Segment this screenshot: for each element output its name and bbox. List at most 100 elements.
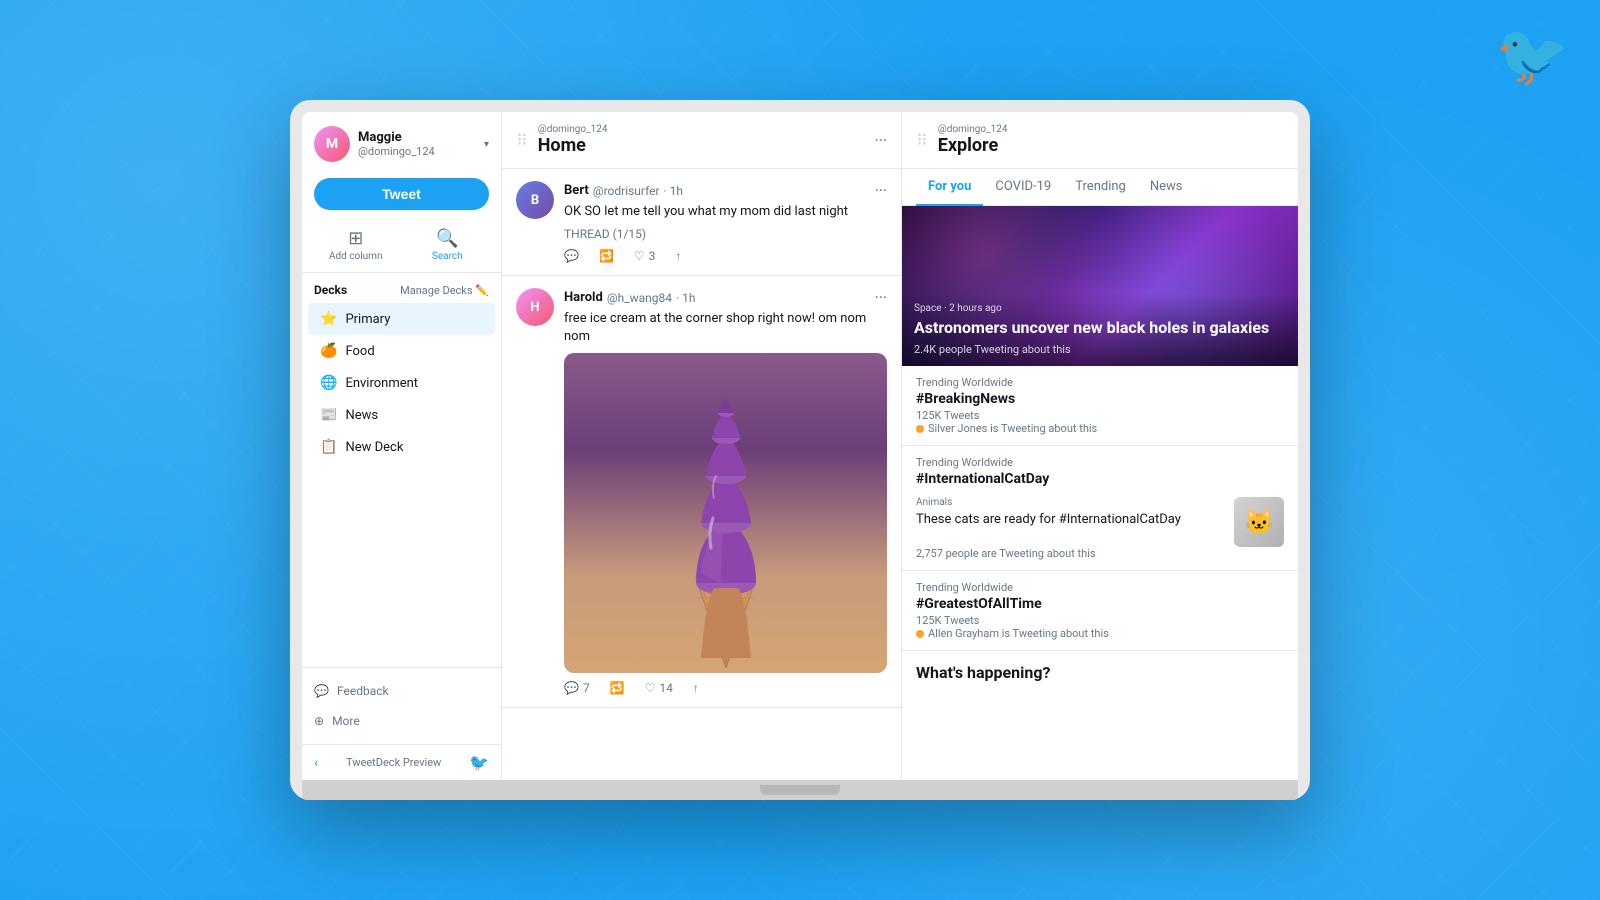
harold-retweet-action[interactable]: 🔁 (610, 681, 625, 695)
news-hero-count: 2.4K people Tweeting about this (914, 343, 1286, 356)
tab-for-you[interactable]: For you (916, 169, 983, 206)
deck-item-new[interactable]: 📋 New Deck (308, 431, 495, 463)
sidebar-nav: ⊞ Add column 🔍 Search (302, 222, 501, 273)
user-handle: @domingo_124 (358, 145, 476, 158)
twitter-bg-logo: 🐦 (1495, 20, 1570, 91)
trending-cat-count: 2,757 people are Tweeting about this (916, 547, 1284, 560)
bert-like-action[interactable]: ♡ 3 (634, 249, 656, 263)
harold-tweet-text: free ice cream at the corner shop right … (564, 310, 887, 346)
cat-card-category: Animals (916, 497, 1224, 508)
orange-dot-icon (916, 425, 924, 433)
news-deck-icon: 📰 (320, 407, 337, 423)
explore-column: ⠿ @domingo_124 Explore For you COVID-19 … (902, 112, 1298, 780)
new-deck-icon: 📋 (320, 439, 337, 455)
trending-goat-user: Allen Grayham is Tweeting about this (916, 627, 1284, 640)
trending-cat-day[interactable]: Trending Worldwide #InternationalCatDay … (902, 446, 1298, 571)
explore-content: Space · 2 hours ago Astronomers uncover … (902, 206, 1298, 780)
bert-share-action[interactable]: ↑ (675, 249, 681, 263)
tab-trending[interactable]: Trending (1063, 169, 1138, 206)
back-arrow-icon[interactable]: ‹ (314, 755, 318, 771)
home-column-header: ⠿ @domingo_124 Home ··· (502, 112, 901, 169)
tweetdeck-bar: ‹ TweetDeck Preview 🐦 (302, 744, 501, 780)
deck-list: ⭐ Primary 🍊 Food 🌐 Environment 📰 News (302, 303, 501, 463)
decks-title: Decks (314, 283, 347, 297)
bert-tweet-header: Bert @rodrisurfer · 1h ··· (564, 181, 887, 200)
explore-drag-handle-icon: ⠿ (916, 131, 928, 150)
trending-goat[interactable]: Trending Worldwide #GreatestOfAllTime 12… (902, 571, 1298, 651)
trending-breaking-news[interactable]: Trending Worldwide #BreakingNews 125K Tw… (902, 366, 1298, 446)
deck-label-environment: Environment (345, 376, 418, 391)
news-hero-text: Space · 2 hours ago Astronomers uncover … (902, 293, 1298, 366)
manage-decks-button[interactable]: Manage Decks ✏️ (400, 284, 489, 297)
search-icon: 🔍 (436, 228, 458, 249)
sidebar-footer: 💬 Feedback ⊕ More (302, 667, 501, 744)
bert-name: Bert (564, 183, 589, 198)
deck-item-environment[interactable]: 🌐 Environment (308, 367, 495, 399)
bert-avatar: B (516, 181, 554, 219)
home-column-more-icon[interactable]: ··· (874, 131, 887, 150)
deck-item-news[interactable]: 📰 News (308, 399, 495, 431)
deck-item-primary[interactable]: ⭐ Primary (308, 303, 495, 335)
add-column-icon: ⊞ (348, 228, 363, 249)
bert-handle: @rodrisurfer (593, 184, 660, 198)
explore-column-username: @domingo_124 (938, 124, 1284, 135)
trending-breaking-count: 125K Tweets (916, 409, 1284, 422)
cat-card-text: Animals These cats are ready for #Intern… (916, 497, 1224, 529)
tweet-button[interactable]: Tweet (314, 178, 489, 210)
more-item[interactable]: ⊕ More (302, 706, 501, 736)
user-name: Maggie (358, 130, 476, 145)
bert-tweet-actions: 💬 🔁 ♡ 3 ↑ (564, 249, 887, 263)
add-column-nav[interactable]: ⊞ Add column (314, 228, 398, 262)
trending-breaking-label: Trending Worldwide (916, 376, 1284, 389)
harold-handle: @h_wang84 (607, 291, 672, 305)
laptop-screen: M Maggie @domingo_124 ▾ Tweet ⊞ Add colu… (302, 112, 1298, 780)
avatar: M (314, 126, 350, 162)
harold-tweet-actions: 💬 7 🔁 ♡ 14 ↑ (564, 681, 887, 695)
user-info: Maggie @domingo_124 (358, 130, 476, 158)
trending-goat-count: 125K Tweets (916, 614, 1284, 627)
cat-card-title: These cats are ready for #InternationalC… (916, 511, 1224, 529)
harold-tweet-header: Harold @h_wang84 · 1h ··· (564, 288, 887, 307)
tweetdeck-label: TweetDeck Preview (346, 756, 441, 769)
trending-cat-tag: #InternationalCatDay (916, 471, 1284, 487)
laptop-frame: M Maggie @domingo_124 ▾ Tweet ⊞ Add colu… (290, 100, 1310, 800)
sidebar-user[interactable]: M Maggie @domingo_124 ▾ (302, 112, 501, 172)
harold-more-icon[interactable]: ··· (874, 288, 887, 307)
trending-cat-label: Trending Worldwide (916, 456, 1284, 469)
harold-share-action[interactable]: ↑ (693, 681, 699, 695)
harold-reply-action[interactable]: 💬 7 (564, 681, 590, 695)
sidebar: M Maggie @domingo_124 ▾ Tweet ⊞ Add colu… (302, 112, 502, 780)
search-nav[interactable]: 🔍 Search (406, 228, 490, 262)
bert-reply-action[interactable]: 💬 (564, 249, 579, 263)
cat-card-image: 🐱 (1234, 497, 1284, 547)
chevron-down-icon[interactable]: ▾ (484, 139, 489, 150)
orange-dot2-icon (916, 630, 924, 638)
bert-more-icon[interactable]: ··· (874, 181, 887, 200)
harold-name: Harold (564, 290, 603, 305)
bert-retweet-action[interactable]: 🔁 (599, 249, 614, 263)
news-hero-card[interactable]: Space · 2 hours ago Astronomers uncover … (902, 206, 1298, 366)
feedback-item[interactable]: 💬 Feedback (302, 676, 501, 706)
harold-like-action[interactable]: ♡ 14 (645, 681, 673, 695)
deck-label-primary: Primary (345, 312, 390, 327)
bert-thread-label: THREAD (1/15) (564, 227, 887, 241)
tweetdeck-twitter-icon: 🐦 (469, 753, 489, 772)
trending-breaking-tag: #BreakingNews (916, 391, 1284, 407)
app-container: M Maggie @domingo_124 ▾ Tweet ⊞ Add colu… (302, 112, 1298, 780)
decks-header: Decks Manage Decks ✏️ (302, 273, 501, 303)
explore-column-title: Explore (938, 135, 1284, 156)
whats-happening-title: What's happening? (902, 651, 1298, 694)
deck-label-news: News (345, 408, 378, 423)
ice-cream-svg (626, 358, 826, 668)
deck-item-food[interactable]: 🍊 Food (308, 335, 495, 367)
tab-news[interactable]: News (1138, 169, 1195, 206)
tab-covid[interactable]: COVID-19 (983, 169, 1063, 206)
feedback-icon: 💬 (314, 684, 329, 698)
harold-tweet-image (564, 353, 887, 673)
food-icon: 🍊 (320, 343, 337, 359)
deck-label-new: New Deck (345, 440, 403, 455)
explore-column-meta: @domingo_124 Explore (938, 124, 1284, 156)
more-label: More (332, 714, 360, 728)
tweet-harold: H Harold @h_wang84 · 1h ··· free ice cre… (502, 276, 901, 707)
trending-goat-label: Trending Worldwide (916, 581, 1284, 594)
